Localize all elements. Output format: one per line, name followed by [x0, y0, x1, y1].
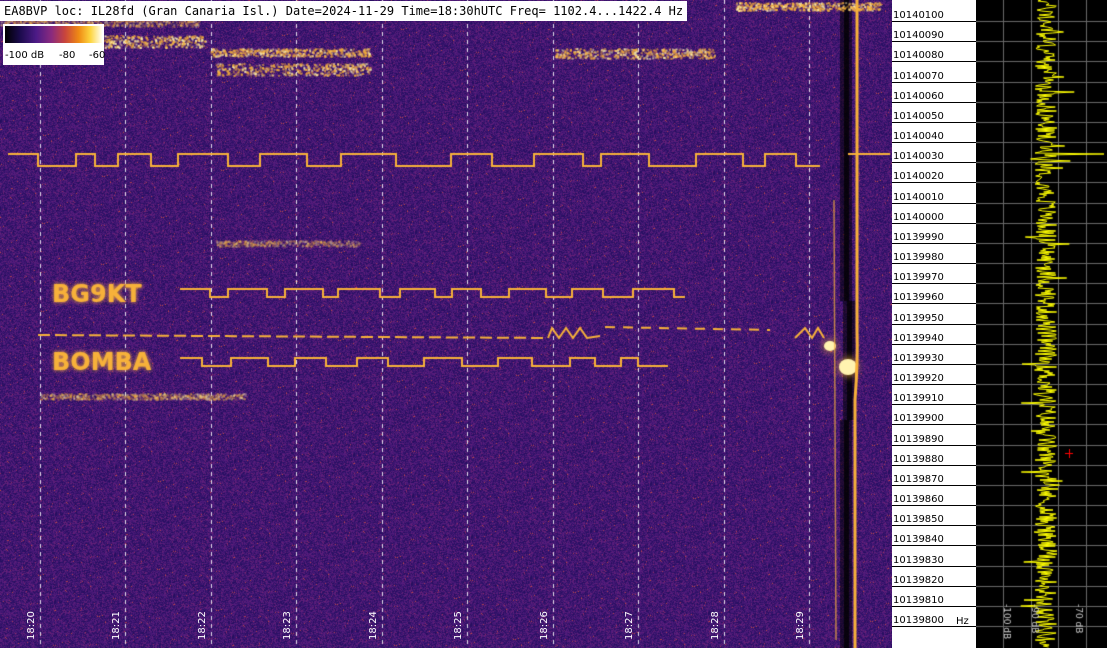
colorbar-label-max: -60 — [89, 50, 106, 61]
time-label: 18:26 — [539, 611, 550, 640]
frequency-gridline — [892, 283, 976, 284]
frequency-label: 10140040 — [893, 131, 944, 142]
time-label: 18:23 — [282, 611, 293, 640]
frequency-gridline — [892, 41, 976, 42]
waterfall-spectrogram — [0, 0, 892, 648]
frequency-gridline — [892, 203, 976, 204]
frequency-label: 10139980 — [893, 252, 944, 263]
frequency-gridline — [892, 82, 976, 83]
frequency-label: 10139800 — [893, 615, 944, 626]
frequency-gridline — [892, 344, 976, 345]
frequency-label: 10139880 — [893, 454, 944, 465]
frequency-gridline — [892, 182, 976, 183]
frequency-label: 10139810 — [893, 595, 944, 606]
colorbar-label-mid: -80 — [59, 50, 76, 61]
frequency-gridline — [892, 384, 976, 385]
frequency-gridline — [892, 545, 976, 546]
time-label: 18:22 — [197, 611, 208, 640]
frequency-label: 10140010 — [893, 192, 944, 203]
frequency-label: 10139990 — [893, 232, 944, 243]
frequency-label: 10140100 — [893, 10, 944, 21]
frequency-label: 10140090 — [893, 30, 944, 41]
header-title: EA8BVP loc: IL28fd (Gran Canaria Isl.) D… — [0, 1, 688, 21]
frequency-label: 10140000 — [893, 212, 944, 223]
frequency-label: 10140060 — [893, 91, 944, 102]
frequency-label: 10140080 — [893, 50, 944, 61]
time-label: 18:27 — [624, 611, 635, 640]
frequency-gridline — [892, 102, 976, 103]
frequency-gridline — [892, 424, 976, 425]
frequency-gridline — [892, 445, 976, 446]
frequency-gridline — [892, 162, 976, 163]
frequency-label: 10139940 — [893, 333, 944, 344]
frequency-label: 10139910 — [893, 393, 944, 404]
frequency-label: 10140070 — [893, 71, 944, 82]
spectrum-panel — [976, 0, 1107, 648]
frequency-label: 10139820 — [893, 575, 944, 586]
frequency-label: 10139970 — [893, 272, 944, 283]
frequency-gridline — [892, 566, 976, 567]
frequency-label: 10139850 — [893, 514, 944, 525]
time-label: 18:21 — [111, 611, 122, 640]
time-label: 18:29 — [795, 611, 806, 640]
frequency-gridline — [892, 263, 976, 264]
frequency-gridline — [892, 626, 976, 627]
time-label: 18:28 — [710, 611, 721, 640]
frequency-label: 10140050 — [893, 111, 944, 122]
frequency-gridline — [892, 586, 976, 587]
frequency-label: 10139930 — [893, 353, 944, 364]
frequency-label: 10139870 — [893, 474, 944, 485]
frequency-gridline — [892, 525, 976, 526]
colorbar-legend: -100 dB -80 -60 — [3, 24, 106, 65]
frequency-label: 10140020 — [893, 171, 944, 182]
frequency-gridline — [892, 465, 976, 466]
frequency-gridline — [892, 21, 976, 22]
frequency-label: 10139840 — [893, 534, 944, 545]
colorbar-label-min: -100 dB — [5, 50, 45, 61]
frequency-label: 10139960 — [893, 292, 944, 303]
frequency-label: 10139890 — [893, 434, 944, 445]
frequency-gridline — [892, 243, 976, 244]
frequency-gridline — [892, 122, 976, 123]
frequency-gridline — [892, 485, 976, 486]
frequency-gridline — [892, 505, 976, 506]
frequency-label: 10139900 — [893, 413, 944, 424]
frequency-gridline — [892, 404, 976, 405]
frequency-gridline — [892, 364, 976, 365]
colorbar-gradient — [5, 26, 102, 43]
frequency-gridline — [892, 142, 976, 143]
frequency-gridline — [892, 61, 976, 62]
frequency-gridline — [892, 324, 976, 325]
time-label: 18:24 — [368, 611, 379, 640]
frequency-gridline — [892, 606, 976, 607]
frequency-label: 10139860 — [893, 494, 944, 505]
frequency-gridline — [892, 303, 976, 304]
frequency-label: 10139830 — [893, 555, 944, 566]
frequency-label: 10140030 — [893, 151, 944, 162]
time-label: 18:25 — [453, 611, 464, 640]
frequency-label: 10139950 — [893, 313, 944, 324]
frequency-label: 10139920 — [893, 373, 944, 384]
frequency-axis: Hz 10140100 10140090 10140080 10140070 10140… — [892, 0, 976, 648]
frequency-gridline — [892, 223, 976, 224]
time-label: 18:20 — [26, 611, 37, 640]
